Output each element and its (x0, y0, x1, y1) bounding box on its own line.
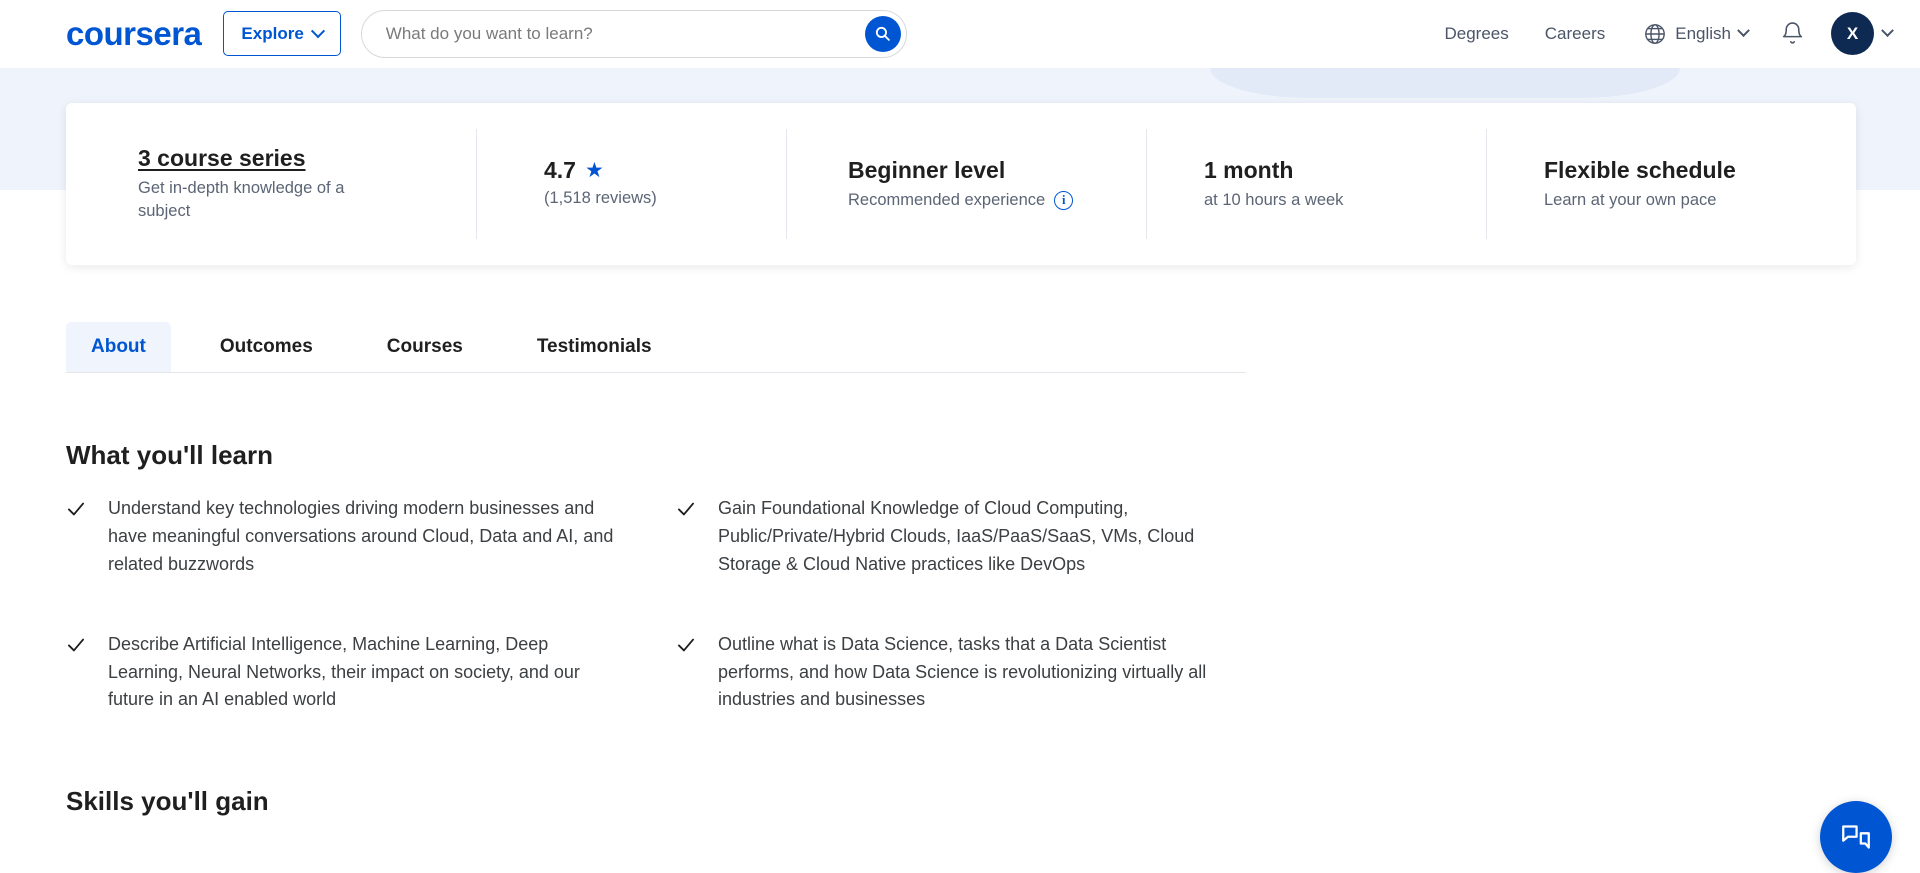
star-icon: ★ (585, 160, 604, 181)
level-description: Recommended experience (848, 189, 1045, 212)
list-item: Describe Artificial Intelligence, Machin… (66, 631, 676, 715)
schedule-description: Learn at your own pace (1544, 189, 1789, 212)
what-youll-learn-heading: What you'll learn (66, 440, 273, 471)
level-value: Beginner level (848, 156, 1112, 185)
coursera-logo[interactable]: coursera (66, 17, 201, 50)
list-item: Understand key technologies driving mode… (66, 495, 676, 579)
duration-description: at 10 hours a week (1204, 189, 1449, 212)
stat-course-series: 3 course series Get in-depth knowledge o… (66, 103, 476, 265)
check-icon (66, 499, 86, 519)
search-button[interactable] (865, 16, 901, 52)
avatar: X (1831, 12, 1874, 55)
explore-button[interactable]: Explore (223, 11, 340, 56)
learn-item-text: Gain Foundational Knowledge of Cloud Com… (718, 495, 1238, 579)
header-nav: Degrees Careers English X (1427, 12, 1893, 55)
skills-youll-gain-heading: Skills you'll gain (66, 786, 269, 817)
hero-decorative-shape (1210, 68, 1680, 98)
language-label: English (1675, 24, 1731, 44)
bell-icon (1780, 21, 1805, 46)
chevron-down-icon (1881, 24, 1894, 37)
check-icon (66, 635, 86, 655)
user-menu[interactable]: X (1821, 12, 1892, 55)
tab-courses[interactable]: Courses (362, 322, 488, 372)
tab-about[interactable]: About (66, 322, 171, 372)
site-header: coursera Explore Degrees Careers English (0, 0, 1920, 68)
schedule-value: Flexible schedule (1544, 156, 1822, 185)
nav-link-degrees[interactable]: Degrees (1427, 24, 1527, 44)
learn-item-text: Outline what is Data Science, tasks that… (718, 631, 1238, 715)
stat-level: Beginner level Recommended experience i (786, 103, 1146, 265)
explore-button-label: Explore (241, 24, 303, 44)
tab-outcomes[interactable]: Outcomes (195, 322, 338, 372)
nav-link-careers[interactable]: Careers (1527, 24, 1623, 44)
check-icon (676, 499, 696, 519)
search-input[interactable] (361, 10, 907, 58)
chat-bubbles-icon (1839, 820, 1873, 854)
stat-duration: 1 month at 10 hours a week (1146, 103, 1486, 265)
globe-icon (1643, 22, 1667, 46)
rating-row: 4.7 ★ (544, 157, 752, 184)
learn-item-text: Describe Artificial Intelligence, Machin… (108, 631, 628, 715)
rating-value: 4.7 (544, 157, 576, 184)
list-item: Outline what is Data Science, tasks that… (676, 631, 1246, 715)
section-tabs: About Outcomes Courses Testimonials (66, 322, 1246, 373)
search-container (361, 10, 907, 58)
chevron-down-icon (1737, 24, 1750, 37)
info-icon[interactable]: i (1054, 191, 1073, 210)
list-item: Gain Foundational Knowledge of Cloud Com… (676, 495, 1246, 579)
stat-rating: 4.7 ★ (1,518 reviews) (476, 103, 786, 265)
duration-value: 1 month (1204, 156, 1452, 185)
chat-widget-button[interactable] (1820, 801, 1892, 873)
learn-item-text: Understand key technologies driving mode… (108, 495, 628, 579)
notifications-button[interactable] (1764, 21, 1821, 46)
check-icon (676, 635, 696, 655)
language-selector[interactable]: English (1623, 22, 1764, 46)
level-subrow: Recommended experience i (848, 189, 1112, 212)
search-icon (874, 25, 891, 42)
tab-testimonials[interactable]: Testimonials (512, 322, 677, 372)
course-series-link[interactable]: 3 course series (138, 144, 306, 173)
stat-schedule: Flexible schedule Learn at your own pace (1486, 103, 1856, 265)
chevron-down-icon (311, 24, 325, 38)
course-series-description: Get in-depth knowledge of a subject (138, 177, 383, 224)
course-stats-card: 3 course series Get in-depth knowledge o… (66, 103, 1856, 265)
what-youll-learn-list: Understand key technologies driving mode… (66, 495, 1246, 714)
reviews-count: (1,518 reviews) (544, 187, 752, 210)
